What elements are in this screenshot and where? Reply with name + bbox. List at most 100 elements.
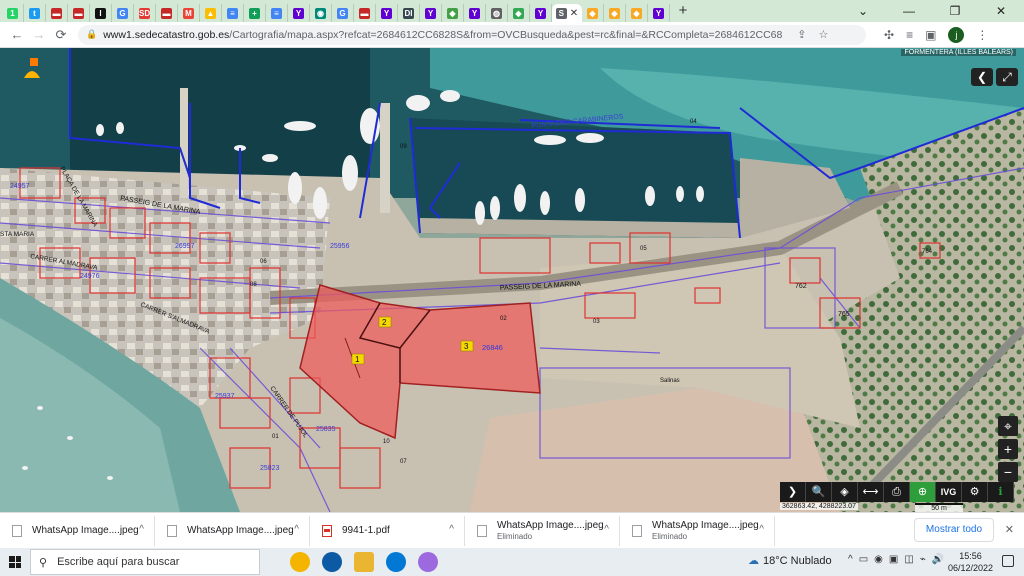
back-button[interactable]: ← (6, 27, 28, 42)
browser-tab[interactable]: ◍ (486, 4, 508, 22)
fullscreen-button[interactable]: ⤢ (996, 68, 1018, 86)
chevron-up-icon[interactable]: ^ (759, 524, 764, 535)
plot-03: 03 (593, 319, 600, 325)
menu-icon[interactable]: ⋮ (976, 28, 988, 42)
side-panel-icon[interactable]: ▣ (925, 28, 936, 42)
maximize-button[interactable]: ❐ (932, 0, 978, 22)
volume-icon[interactable]: 🔊 (932, 554, 944, 565)
show-hidden-icons-icon[interactable]: ^ (848, 554, 853, 565)
edge-legacy-icon[interactable] (386, 552, 406, 572)
browser-tab[interactable]: + (244, 4, 266, 22)
plot-06: 06 (260, 259, 267, 265)
notification-icon[interactable] (1002, 555, 1014, 567)
chevron-up-icon[interactable]: ^ (449, 524, 454, 535)
clock[interactable]: 15:56 06/12/2022 (948, 550, 993, 574)
browser-tab[interactable]: ≡ (266, 4, 288, 22)
browser-tab[interactable]: Y (648, 4, 670, 22)
chevron-up-icon[interactable]: ^ (139, 524, 144, 535)
browser-tab[interactable]: ▬ (156, 4, 178, 22)
browser-tab[interactable]: M (178, 4, 200, 22)
chrome-icon[interactable] (290, 552, 310, 572)
active-tab[interactable]: S ✕ (552, 4, 582, 22)
close-tab-icon[interactable]: ✕ (570, 8, 578, 19)
new-tab-button[interactable]: + (673, 2, 693, 20)
browser-tab[interactable]: G (332, 4, 354, 22)
search-icon[interactable]: 🔍 (806, 482, 832, 502)
browser-tab[interactable]: ▬ (68, 4, 90, 22)
show-all-downloads-button[interactable]: Mostrar todo (914, 518, 994, 542)
browser-tab[interactable]: 1 (2, 4, 24, 22)
reading-list-icon[interactable]: ≡ (906, 28, 913, 42)
chevron-up-icon[interactable]: ^ (294, 524, 299, 535)
browser-tab[interactable]: ◆ (626, 4, 648, 22)
download-item[interactable]: 9941-1.pdf ^ (310, 515, 465, 546)
paint-icon[interactable] (418, 552, 438, 572)
forward-button[interactable]: → (28, 27, 50, 42)
browser-tab[interactable]: ◆ (604, 4, 626, 22)
aerial-map-image[interactable]: PUNTA DES CARABINEROS PASSEIG DE LA MARI… (0, 48, 1024, 512)
print-icon[interactable]: ⎙ (884, 482, 910, 502)
onedrive-icon[interactable]: ◉ (874, 554, 883, 565)
browser-tab[interactable]: Y (464, 4, 486, 22)
windows-taskbar: ⚲ Escribe aquí para buscar ☁ 18°C Nublad… (0, 548, 1024, 576)
url-text[interactable]: www1.sedecatastro.gob.es/Cartografia/map… (103, 29, 783, 41)
browser-tab[interactable]: ≡ (222, 4, 244, 22)
browser-tab[interactable]: Y (376, 4, 398, 22)
profile-avatar[interactable]: j (948, 26, 965, 43)
weather-widget[interactable]: ☁ 18°C Nublado (748, 554, 832, 568)
measure-icon[interactable]: ⟷ (858, 482, 884, 502)
battery-icon[interactable]: ▭ (859, 554, 868, 565)
minimize-button[interactable]: — (886, 0, 932, 22)
taskbar-search[interactable]: ⚲ Escribe aquí para buscar (30, 549, 260, 575)
settings-icon[interactable]: ⚙ (962, 482, 988, 502)
browser-tab[interactable]: t (24, 4, 46, 22)
ivg-button[interactable]: IVG (936, 482, 962, 502)
share-icon[interactable]: ⇪ (797, 28, 806, 41)
explorer-icon[interactable] (354, 552, 374, 572)
zoom-in-button[interactable]: + (998, 439, 1018, 459)
browser-tab[interactable]: Y (420, 4, 442, 22)
catastro-map[interactable]: PUNTA DES CARABINEROS PASSEIG DE LA MARI… (0, 48, 1024, 512)
browser-tab[interactable]: Y (530, 4, 552, 22)
close-download-bar-icon[interactable]: ✕ (1005, 523, 1014, 536)
tab-search-button[interactable]: ⌄ (840, 0, 886, 22)
browser-tab[interactable]: Y (288, 4, 310, 22)
info-icon[interactable]: ℹ (988, 482, 1014, 502)
identify-icon[interactable]: ⊕ (910, 482, 936, 502)
browser-tab[interactable]: G (112, 4, 134, 22)
display-icon[interactable]: ▣ (889, 554, 898, 565)
di-icon: DI (403, 7, 414, 19)
download-item[interactable]: WhatsApp Image....jpeg ^ (0, 515, 155, 546)
browser-tab[interactable]: ▲ (200, 4, 222, 22)
keyboard-icon[interactable]: ◫ (904, 554, 913, 565)
edge-icon[interactable] (322, 552, 342, 572)
browser-tab[interactable]: ◆ (442, 4, 464, 22)
browser-tab[interactable]: ◆ (582, 4, 604, 22)
browser-tab[interactable]: DI (398, 4, 420, 22)
collapse-panel-button[interactable]: ❮ (971, 68, 993, 86)
chevron-up-icon[interactable]: ^ (604, 524, 609, 535)
browser-tab[interactable]: ▬ (46, 4, 68, 22)
browser-tab[interactable]: ◉ (310, 4, 332, 22)
close-window-button[interactable]: ✕ (978, 0, 1024, 22)
reload-button[interactable]: ⟳ (50, 27, 72, 43)
browser-tab[interactable]: SD (134, 4, 156, 22)
download-item[interactable]: WhatsApp Image....jpeg Eliminado ^ (620, 515, 775, 546)
download-item[interactable]: WhatsApp Image....jpeg Eliminado ^ (465, 515, 620, 546)
bookmark-star-icon[interactable]: ☆ (818, 28, 828, 41)
browser-tab[interactable]: I (90, 4, 112, 22)
expand-toolbar-icon[interactable]: ❯ (780, 482, 806, 502)
zoom-out-button[interactable]: − (998, 462, 1018, 482)
address-bar[interactable]: 🔒 www1.sedecatastro.gob.es/Cartografia/m… (78, 24, 866, 45)
browser-tab[interactable]: ◆ (508, 4, 530, 22)
ref-25937: 25937 (215, 393, 235, 400)
layers-icon[interactable]: ◈ (832, 482, 858, 502)
start-button[interactable] (0, 548, 30, 576)
download-item[interactable]: WhatsApp Image....jpeg ^ (155, 515, 310, 546)
locate-icon[interactable]: ⌖ (998, 416, 1018, 436)
lock-icon[interactable]: 🔒 (86, 29, 97, 40)
extensions-icon[interactable]: ✣ (884, 28, 894, 42)
network-icon[interactable]: ⌁ (920, 554, 926, 565)
download-bar: WhatsApp Image....jpeg ^ WhatsApp Image...… (0, 512, 1024, 548)
browser-tab[interactable]: ▬ (354, 4, 376, 22)
